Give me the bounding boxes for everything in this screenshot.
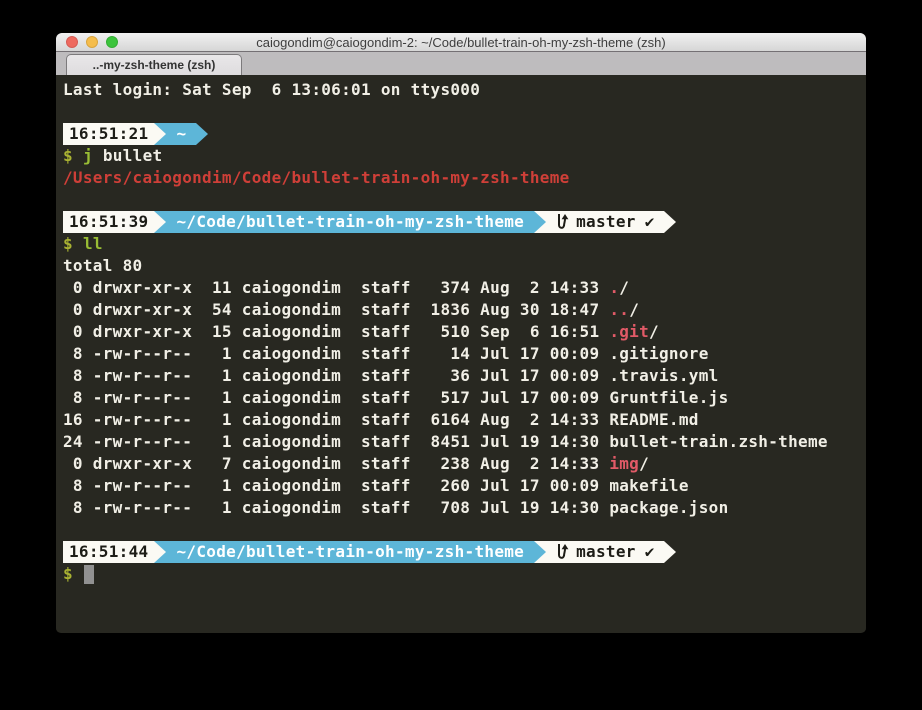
command-line-2: $ ll (63, 233, 866, 255)
ls-suffix: / (619, 278, 629, 297)
ls-filename: .. (609, 300, 629, 319)
command-text: j (83, 146, 93, 165)
prompt-dir-segment: ~ (166, 123, 196, 145)
prompt-line-1: 16:51:21 ~ (63, 123, 866, 145)
zoom-button[interactable] (106, 36, 118, 48)
git-clean-check-icon: ✔ (645, 541, 655, 563)
prompt-symbol: $ (63, 564, 73, 583)
command-args: bullet (103, 146, 163, 165)
prompt-time-segment: 16:51:39 (63, 211, 154, 233)
ls-filename: package.json (609, 498, 728, 517)
title-bar[interactable]: caiogondim@caiogondim-2: ~/Code/bullet-t… (56, 33, 866, 52)
ls-row: 8 -rw-r--r-- 1 caiogondim staff 36 Jul 1… (63, 365, 866, 387)
ls-row: 0 drwxr-xr-x 11 caiogondim staff 374 Aug… (63, 277, 866, 299)
ls-suffix: / (649, 322, 659, 341)
ls-meta: 0 drwxr-xr-x 15 caiogondim staff 510 Sep… (63, 322, 609, 341)
prompt-line-3: 16:51:44 ~/Code/bullet-train-oh-my-zsh-t… (63, 541, 866, 563)
ls-filename: . (609, 278, 619, 297)
ls-row: 8 -rw-r--r-- 1 caiogondim staff 14 Jul 1… (63, 343, 866, 365)
ls-meta: 0 drwxr-xr-x 7 caiogondim staff 238 Aug … (63, 454, 609, 473)
close-button[interactable] (66, 36, 78, 48)
ls-filename: bullet-train.zsh-theme (609, 432, 828, 451)
blank-line (63, 101, 866, 123)
ls-row: 0 drwxr-xr-x 15 caiogondim staff 510 Sep… (63, 321, 866, 343)
blank-line (63, 189, 866, 211)
powerline-arrow-icon (534, 211, 546, 233)
ls-suffix: / (639, 454, 649, 473)
traffic-lights (66, 33, 118, 51)
git-branch-icon (555, 542, 570, 562)
terminal-window: caiogondim@caiogondim-2: ~/Code/bullet-t… (56, 33, 866, 633)
minimize-button[interactable] (86, 36, 98, 48)
prompt-dir-segment: ~/Code/bullet-train-oh-my-zsh-theme (166, 211, 534, 233)
prompt-time-segment: 16:51:44 (63, 541, 154, 563)
ls-row: 0 drwxr-xr-x 54 caiogondim staff 1836 Au… (63, 299, 866, 321)
window-title: caiogondim@caiogondim-2: ~/Code/bullet-t… (256, 35, 666, 50)
ls-suffix: / (629, 300, 639, 319)
powerline-arrow-icon (196, 123, 208, 145)
git-branch-name: master (576, 541, 636, 563)
ls-filename: .gitignore (609, 344, 708, 363)
ls-row: 8 -rw-r--r-- 1 caiogondim staff 517 Jul … (63, 387, 866, 409)
ls-meta: 8 -rw-r--r-- 1 caiogondim staff 14 Jul 1… (63, 344, 609, 363)
ls-row: 0 drwxr-xr-x 7 caiogondim staff 238 Aug … (63, 453, 866, 475)
ls-meta: 8 -rw-r--r-- 1 caiogondim staff 708 Jul … (63, 498, 609, 517)
ls-filename: makefile (609, 476, 688, 495)
git-branch-icon (555, 212, 570, 232)
tab-zsh[interactable]: ..-my-zsh-theme (zsh) (66, 54, 242, 75)
prompt-dir-segment: ~/Code/bullet-train-oh-my-zsh-theme (166, 541, 534, 563)
git-branch-name: master (576, 211, 636, 233)
ls-meta: 0 drwxr-xr-x 54 caiogondim staff 1836 Au… (63, 300, 609, 319)
powerline-arrow-icon (664, 541, 676, 563)
git-clean-check-icon: ✔ (645, 211, 655, 233)
input-line[interactable]: $ (63, 563, 866, 585)
ls-row: 8 -rw-r--r-- 1 caiogondim staff 260 Jul … (63, 475, 866, 497)
ls-row: 24 -rw-r--r-- 1 caiogondim staff 8451 Ju… (63, 431, 866, 453)
powerline-arrow-icon (154, 541, 166, 563)
powerline-arrow-icon (154, 211, 166, 233)
prompt-symbol: $ (63, 234, 73, 253)
tab-bar: ..-my-zsh-theme (zsh) (56, 52, 866, 75)
ls-meta: 0 drwxr-xr-x 11 caiogondim staff 374 Aug… (63, 278, 609, 297)
powerline-arrow-icon (154, 123, 166, 145)
ls-meta: 8 -rw-r--r-- 1 caiogondim staff 36 Jul 1… (63, 366, 609, 385)
prompt-line-2: 16:51:39 ~/Code/bullet-train-oh-my-zsh-t… (63, 211, 866, 233)
prompt-time-segment: 16:51:21 (63, 123, 154, 145)
ls-filename: README.md (609, 410, 698, 429)
ls-filename: .travis.yml (609, 366, 718, 385)
terminal-screen[interactable]: Last login: Sat Sep 6 13:06:01 on ttys00… (56, 75, 866, 632)
text-cursor (84, 565, 94, 584)
ls-meta: 16 -rw-r--r-- 1 caiogondim staff 6164 Au… (63, 410, 609, 429)
ls-filename: .git (609, 322, 649, 341)
ls-meta: 8 -rw-r--r-- 1 caiogondim staff 260 Jul … (63, 476, 609, 495)
ls-meta: 24 -rw-r--r-- 1 caiogondim staff 8451 Ju… (63, 432, 609, 451)
prompt-git-segment: master ✔ (546, 211, 664, 233)
blank-line (63, 519, 866, 541)
tab-label: ..-my-zsh-theme (zsh) (93, 58, 216, 72)
prompt-symbol: $ (63, 146, 73, 165)
prompt-git-segment: master ✔ (546, 541, 664, 563)
powerline-arrow-icon (664, 211, 676, 233)
ls-meta: 8 -rw-r--r-- 1 caiogondim staff 517 Jul … (63, 388, 609, 407)
ls-filename: img (609, 454, 639, 473)
ls-total-line: total 80 (63, 255, 866, 277)
command-line-1: $ jbullet (63, 145, 866, 167)
last-login-line: Last login: Sat Sep 6 13:06:01 on ttys00… (63, 79, 866, 101)
output-path-line: /Users/caiogondim/Code/bullet-train-oh-m… (63, 167, 866, 189)
command-text: ll (83, 234, 103, 253)
powerline-arrow-icon (534, 541, 546, 563)
ls-filename: Gruntfile.js (609, 388, 728, 407)
ls-row: 16 -rw-r--r-- 1 caiogondim staff 6164 Au… (63, 409, 866, 431)
ls-row: 8 -rw-r--r-- 1 caiogondim staff 708 Jul … (63, 497, 866, 519)
